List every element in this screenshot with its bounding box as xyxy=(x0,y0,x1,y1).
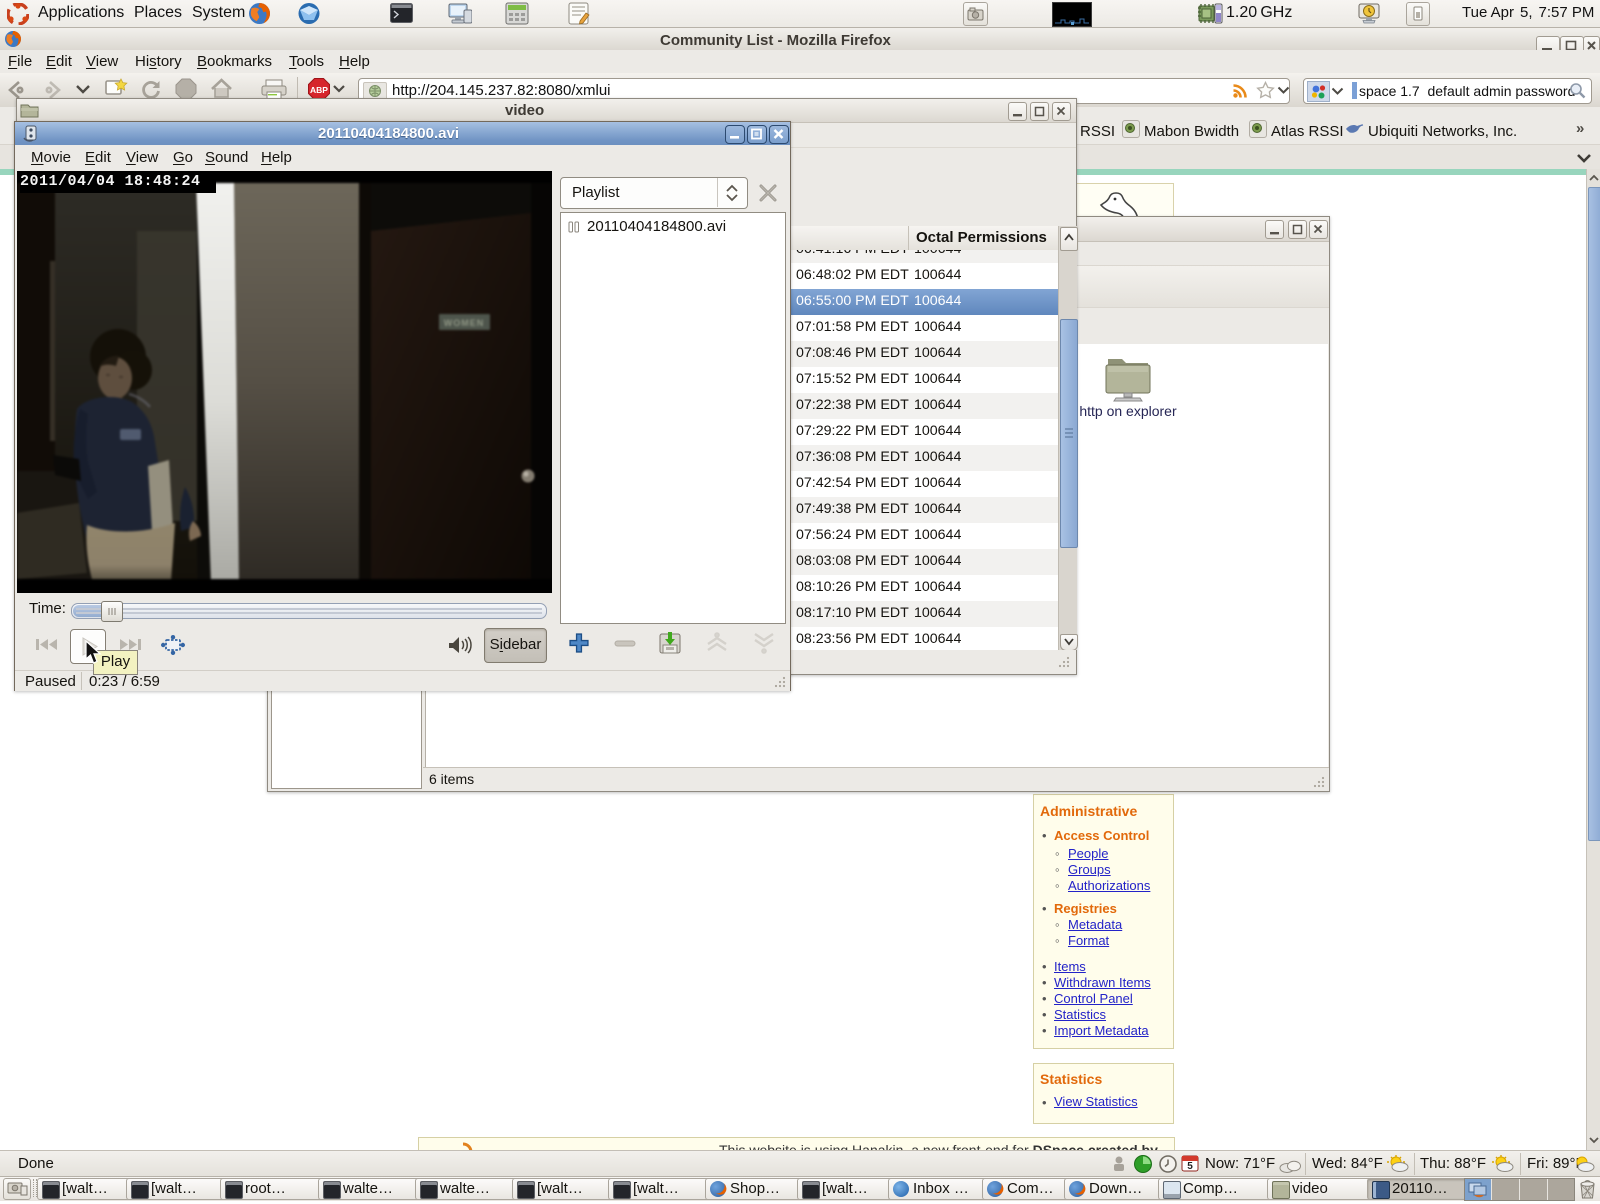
svg-text:ABP: ABP xyxy=(310,85,328,95)
svg-text:WOMEN: WOMEN xyxy=(444,318,485,328)
svg-text:5: 5 xyxy=(1187,1161,1193,1172)
